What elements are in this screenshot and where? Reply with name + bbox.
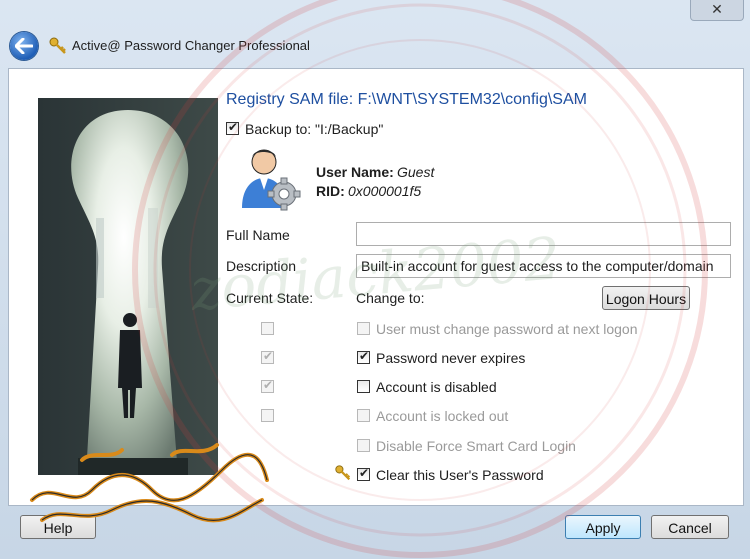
password-never-expires-checkbox[interactable]: ✔ bbox=[357, 349, 370, 364]
back-arrow-icon bbox=[15, 38, 33, 54]
key-icon bbox=[49, 37, 66, 54]
account-disabled-checkbox[interactable] bbox=[357, 380, 370, 393]
rid-value: 0x000001f5 bbox=[348, 183, 422, 199]
user-name-label: User Name: bbox=[316, 164, 394, 180]
full-name-label: Full Name bbox=[226, 227, 290, 243]
main-window: ✕ Active@ Password Changer Professional bbox=[0, 0, 750, 559]
check-icon: ✔ bbox=[359, 349, 370, 363]
apply-button[interactable]: Apply bbox=[565, 515, 641, 539]
check-icon: ✔ bbox=[228, 120, 239, 134]
option-label: User must change password at next logon bbox=[376, 321, 638, 337]
help-button[interactable]: Help bbox=[20, 515, 96, 539]
option-label: Password never expires bbox=[376, 350, 526, 366]
current-state-checkbox: ✔ bbox=[261, 349, 274, 364]
backup-label: Backup to: "I:/Backup" bbox=[245, 121, 384, 137]
option-label: Disable Force Smart Card Login bbox=[376, 438, 576, 454]
current-state-checkbox: ✔ bbox=[261, 378, 274, 393]
disable-smart-card-checkbox bbox=[357, 439, 370, 452]
close-button[interactable]: ✕ bbox=[690, 0, 744, 21]
option-label: Clear this User's Password bbox=[376, 467, 544, 483]
option-label: Account is locked out bbox=[376, 408, 509, 424]
account-locked-checkbox bbox=[357, 409, 370, 422]
check-icon: ✔ bbox=[263, 378, 274, 392]
titlebar: ✕ Active@ Password Changer Professional bbox=[0, 0, 750, 62]
logon-hours-button[interactable]: Logon Hours bbox=[602, 286, 690, 310]
clear-password-checkbox[interactable]: ✔ bbox=[357, 466, 370, 481]
current-state-checkbox bbox=[261, 322, 274, 335]
registry-sam-file: Registry SAM file: F:\WNT\SYSTEM32\confi… bbox=[226, 91, 587, 108]
cancel-button[interactable]: Cancel bbox=[651, 515, 729, 539]
key-icon bbox=[335, 465, 351, 481]
check-icon: ✔ bbox=[263, 349, 274, 363]
user-gear-icon bbox=[242, 149, 301, 211]
user-name-value: Guest bbox=[397, 164, 435, 180]
backup-checkbox[interactable]: ✔ bbox=[226, 120, 239, 135]
check-icon: ✔ bbox=[359, 466, 370, 480]
back-button[interactable] bbox=[10, 32, 38, 60]
window-title: Active@ Password Changer Professional bbox=[72, 38, 310, 53]
must-change-password-checkbox bbox=[357, 322, 370, 335]
rid-label: RID: bbox=[316, 183, 345, 199]
option-label: Account is disabled bbox=[376, 379, 497, 395]
current-state-checkbox bbox=[261, 409, 274, 422]
